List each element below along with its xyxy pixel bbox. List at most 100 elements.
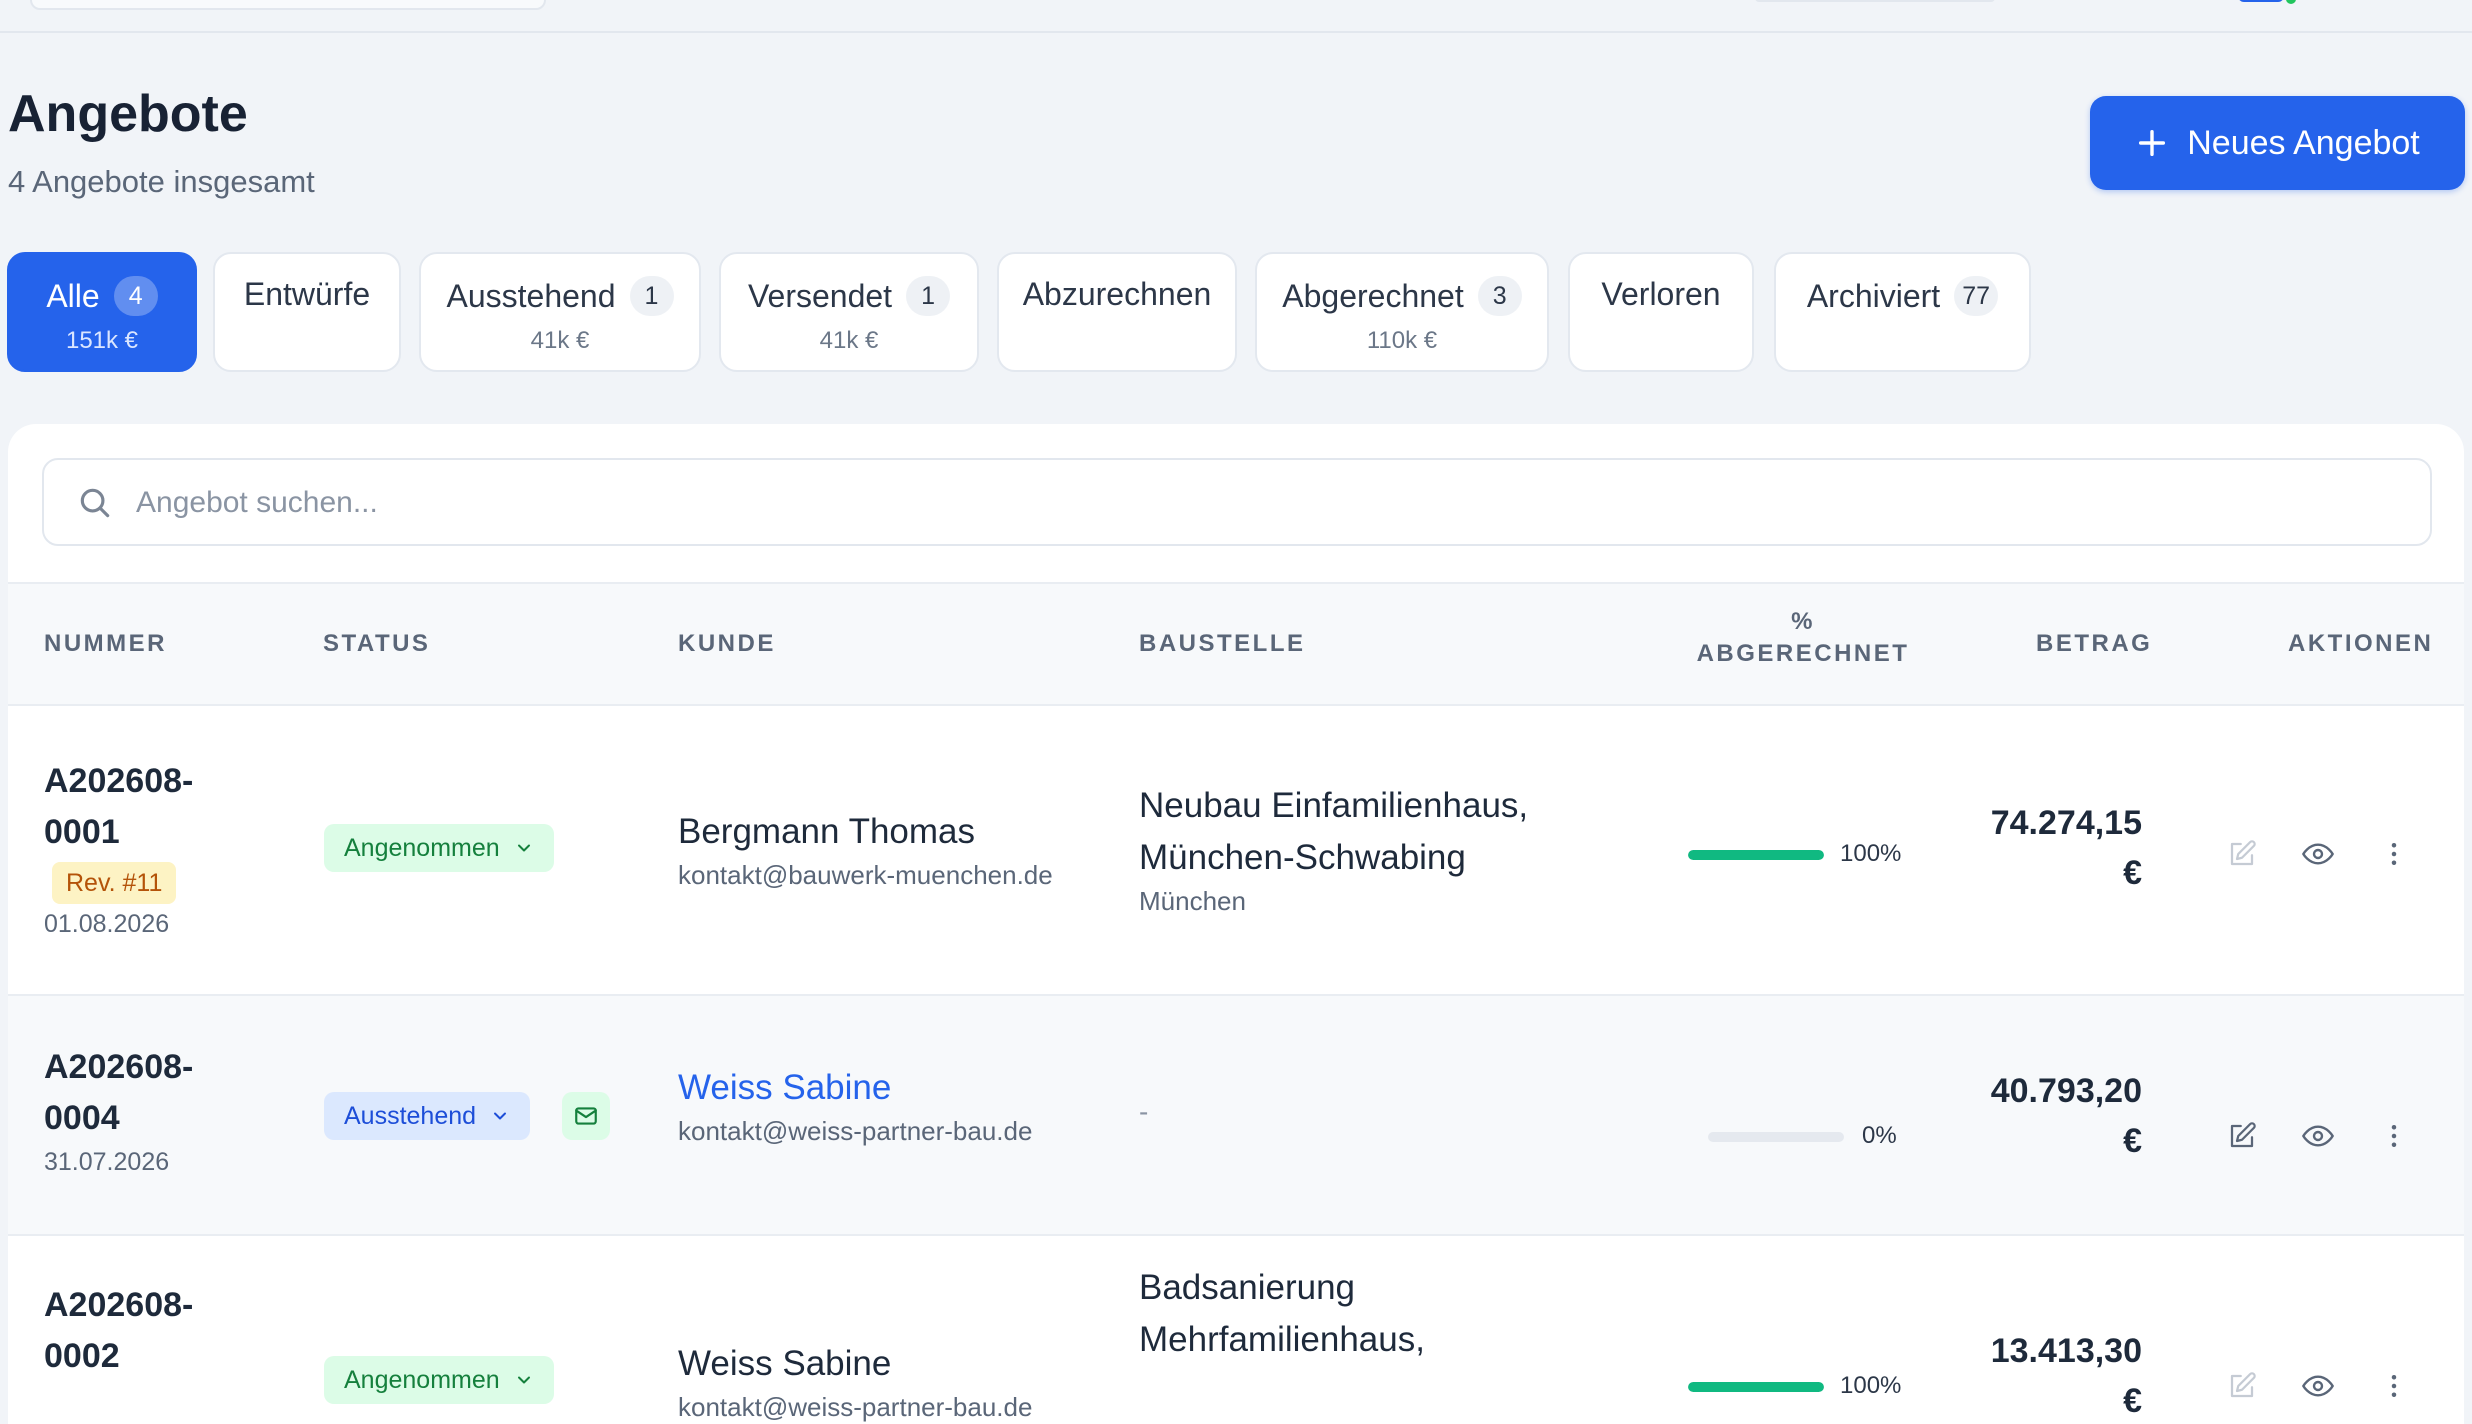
search-icon [80,488,110,518]
column-header-billed-label: ABGERECHNET [1696,640,1910,667]
status-label: Angenommen [344,833,500,862]
sent-indicator[interactable] [562,1092,610,1140]
tab-abgerechnet[interactable]: Abgerechnet 3 110k € [1255,252,1549,372]
tab-amount: 41k € [530,327,590,354]
tab-label: Alle [46,277,100,314]
search-input[interactable] [134,474,2338,532]
view-button[interactable] [2298,1116,2338,1156]
tab-ausstehend[interactable]: Ausstehend 1 41k € [419,252,701,372]
column-header-number[interactable]: NUMMER [44,630,167,658]
billed-percent: 100% [1840,1372,1902,1399]
more-actions-button[interactable] [2374,1116,2414,1156]
status-label: Angenommen [344,1365,500,1394]
customer-name-link[interactable]: Weiss Sabine [678,1068,891,1108]
amount-value: 74.274,15 [1990,804,2142,842]
page-subtitle: 4 Angebote insgesamt [8,164,315,199]
billed-progress-fill [1688,850,1824,860]
table-row[interactable]: A202608- 0002 Angenommen Weiss Sabine ko… [8,1234,2464,1424]
site-name-line: München-Schwabing [1139,838,1466,877]
more-vertical-icon [2391,1125,2397,1147]
tab-archiviert[interactable]: Archiviert 77 [1774,252,2031,372]
offer-number[interactable]: A202608- 0001 [44,756,193,858]
offer-number[interactable]: A202608- 0004 [44,1042,193,1144]
tab-abzurechnen[interactable]: Abzurechnen [997,252,1237,372]
offer-number-suffix: 0001 [44,813,120,851]
view-button[interactable] [2298,1366,2338,1406]
status-dropdown[interactable]: Angenommen [324,1356,554,1404]
tab-count-badge: 4 [113,276,158,316]
tab-count-badge: 77 [1954,276,1999,316]
tab-versendet[interactable]: Versendet 1 41k € [719,252,979,372]
column-header-amount[interactable]: BETRAG [2036,630,2152,658]
table-row[interactable]: A202608- 0004 31.07.2026 Ausstehend Weis… [8,994,2464,1236]
chevron-down-icon [517,1376,530,1384]
more-actions-button[interactable] [2374,834,2414,874]
offers-card: NUMMER STATUS KUNDE BAUSTELLE % ABGERECH… [8,424,2464,1424]
billed-percent: 100% [1840,840,1902,867]
customer-email: kontakt@bauwerk-muenchen.de [678,860,1053,890]
mail-icon [575,1107,597,1125]
customer-name: Bergmann Thomas [678,812,976,851]
customer-email: kontakt@weiss-partner-bau.de [678,1116,1033,1146]
new-offer-button[interactable]: Neues Angebot [2090,96,2465,190]
more-vertical-icon [2391,1375,2397,1397]
tab-count-badge: 3 [1477,276,1522,316]
column-header-status[interactable]: STATUS [323,630,430,658]
tab-alle[interactable]: Alle 4 151k € [7,252,197,372]
edit-button[interactable] [2222,1116,2262,1156]
edit-button[interactable] [2222,834,2262,874]
top-bar-control[interactable] [1755,0,1995,2]
tab-label: Archiviert [1806,277,1941,314]
tab-amount: 151k € [65,327,139,354]
tab-label: Verloren [1601,276,1721,312]
view-button[interactable] [2298,834,2338,874]
online-status-dot [2286,0,2296,4]
site-city: München [1139,886,1246,916]
tab-label: Abgerechnet [1282,277,1464,314]
billed-progress-bar [1688,1382,1824,1392]
tab-label: Entwürfe [243,276,371,312]
amount-value: 40.793,20 [1990,1072,2142,1110]
table-row[interactable]: A202608- 0001 Rev. #11 01.08.2026 Angeno… [8,704,2464,996]
tab-verloren[interactable]: Verloren [1568,252,1754,372]
site-name-line: Mehrfamilienhaus, [1139,1320,1425,1359]
tab-label: Ausstehend [446,277,616,314]
tab-label: Versendet [747,277,893,314]
global-search-input[interactable] [30,0,546,10]
new-offer-button-label: Neues Angebot [2187,123,2420,162]
revision-badge: Rev. #11 [52,862,177,904]
tab-label: Abzurechnen [1022,276,1212,312]
billed-percent: 0% [1862,1122,1897,1149]
avatar[interactable] [2238,0,2284,2]
table-header: NUMMER STATUS KUNDE BAUSTELLE % ABGERECH… [8,582,2464,706]
more-actions-button[interactable] [2374,1366,2414,1406]
column-header-billed-symbol: % [1791,608,1815,635]
status-label: Ausstehend [344,1101,477,1130]
site-name-line: Badsanierung [1139,1268,1355,1307]
edit-icon [2230,840,2256,866]
offer-number-prefix: A202608- [44,1048,194,1086]
eye-icon [2302,843,2334,865]
edit-button[interactable] [2222,1366,2262,1406]
column-header-customer[interactable]: KUNDE [678,630,776,658]
customer-email: kontakt@weiss-partner-bau.de [678,1392,1033,1422]
site-name-line: Neubau Einfamilienhaus, [1139,786,1529,825]
tab-entwuerfe[interactable]: Entwürfe [213,252,401,372]
edit-icon [2230,1372,2256,1398]
column-header-site[interactable]: BAUSTELLE [1139,630,1306,658]
tab-count-badge: 1 [629,276,674,316]
chevron-down-icon [517,844,530,852]
offer-amount: 13.413,30 € [1942,1326,2142,1424]
search-box[interactable] [42,458,2432,546]
tab-amount: 41k € [819,327,879,354]
status-dropdown[interactable]: Angenommen [324,824,554,872]
page-title: Angebote [8,85,248,143]
amount-value: 13.413,30 [1990,1332,2142,1370]
billed-progress-bar [1708,1132,1844,1142]
billed-progress-bar [1688,850,1824,860]
amount-currency: € [2123,1382,2142,1420]
column-header-billed[interactable]: % ABGERECHNET [1688,606,1918,670]
eye-icon [2302,1375,2334,1397]
offer-number[interactable]: A202608- 0002 [44,1280,193,1382]
status-dropdown[interactable]: Ausstehend [324,1092,531,1140]
